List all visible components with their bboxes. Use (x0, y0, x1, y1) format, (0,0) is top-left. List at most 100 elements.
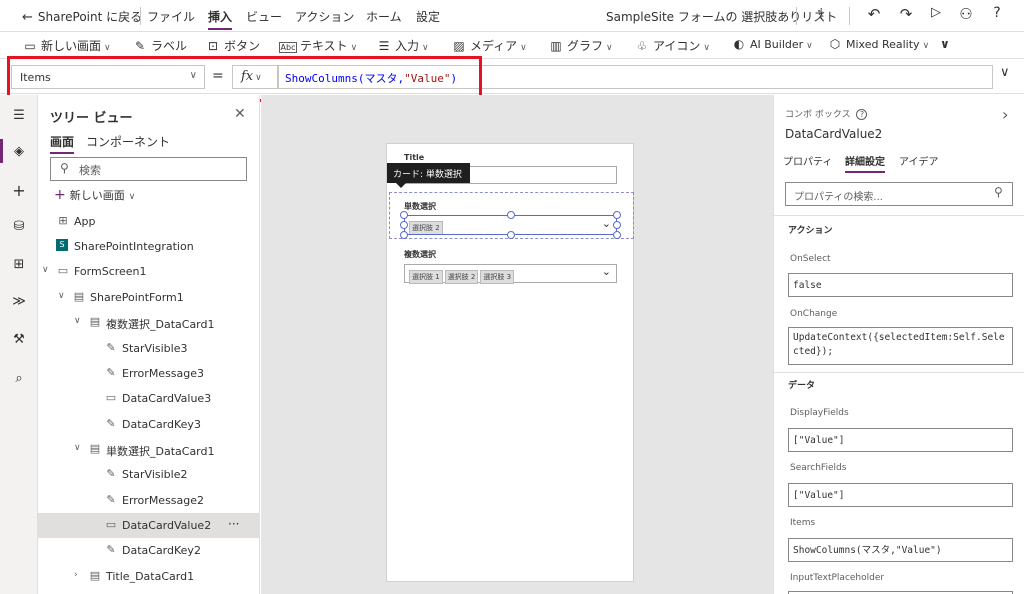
left-rail: ☰ ◈ + ⛁ ⊞ ≫ ⚒ ⌕ (0, 95, 38, 594)
properties-pane: コンボ ボックス ? › DataCardValue2 プロパティ 詳細設定 ア… (773, 95, 1024, 594)
tab-screens[interactable]: 画面 (50, 133, 75, 154)
tree-item[interactable]: ✎ DataCardKey2 (38, 538, 260, 563)
chevron-down-icon[interactable]: ⌄ (602, 265, 611, 278)
label-button[interactable]: ✎ ラベル (132, 37, 187, 54)
help-icon[interactable]: ? (987, 5, 1007, 21)
resize-handle[interactable] (400, 211, 408, 219)
power-automate-icon[interactable]: ≫ (0, 294, 38, 309)
displayfields-field[interactable]: ["Value"] (788, 428, 1013, 452)
tree-item[interactable]: ∨ ▤ SharePointForm1 (38, 285, 260, 310)
divider (849, 7, 850, 25)
media-icon: ▨ (453, 39, 465, 53)
text-button[interactable]: Abc テキスト ∨ (279, 37, 357, 54)
tree-item-icon: ✎ (106, 543, 116, 556)
back-arrow-icon: ← (22, 10, 33, 25)
tree-item[interactable]: ✎ DataCardKey3 (38, 412, 260, 437)
redo-icon[interactable]: ↷ (896, 5, 916, 23)
tree-item[interactable]: ▭ DataCardValue3 (38, 386, 260, 411)
tree-item[interactable]: ∨ ▤ 複数選択_DataCard1 (38, 310, 260, 335)
menu-settings[interactable]: 設定 (416, 8, 440, 25)
tree-item-label: DataCardValue3 (122, 392, 212, 405)
tree-item[interactable]: ✎ StarVisible2 (38, 462, 260, 487)
resize-handle[interactable] (613, 211, 621, 219)
new-screen-button[interactable]: + 新しい画面 ∨ (54, 187, 135, 203)
media-icon[interactable]: ⊞ (0, 257, 38, 272)
tree-item[interactable]: ⊞ App (38, 209, 260, 234)
more-options-icon[interactable]: ··· (228, 517, 239, 531)
tree-item[interactable]: ✎ StarVisible3 (38, 336, 260, 361)
expand-formula-chevron-icon[interactable]: ∨ (1000, 65, 1010, 80)
play-icon[interactable]: ▷ (926, 5, 946, 20)
resize-handle[interactable] (613, 231, 621, 239)
mixed-reality-button[interactable]: ⬡ Mixed Reality ∨ (827, 37, 929, 51)
menu-file[interactable]: ファイル (147, 8, 195, 25)
ai-builder-button[interactable]: ◐ AI Builder ∨ (731, 37, 813, 51)
resize-handle[interactable] (507, 211, 515, 219)
chevron-right-icon[interactable]: › (74, 570, 78, 580)
control-type-text: コンボ ボックス (785, 110, 851, 120)
search-icon[interactable]: ⌕ (0, 371, 38, 386)
chevron-down-icon[interactable]: ∨ (58, 291, 65, 301)
share-user-icon[interactable]: ⚇ (956, 5, 976, 23)
tree-item-icon: ✎ (106, 366, 116, 379)
menu-bar: ← SharePoint に戻る ファイル 挿入 ビュー アクション ホーム 設定… (0, 0, 1024, 32)
input-button[interactable]: ☰ 入力 ∨ (376, 37, 429, 54)
tree-item-label: 単数選択_DataCard1 (106, 445, 215, 458)
new-screen-button[interactable]: ▭ 新しい画面 ∨ (22, 37, 111, 54)
onselect-field[interactable]: false (788, 273, 1013, 297)
chart-button[interactable]: ▥ グラフ ∨ (548, 37, 612, 54)
selected-tag[interactable]: 選択肢 2 (444, 270, 479, 284)
tree-item[interactable]: ∨ ▤ 単数選択_DataCard1 (38, 437, 260, 462)
tree-item[interactable]: ∨ ▭ FormScreen1 (38, 259, 260, 284)
media-button[interactable]: ▨ メディア ∨ (451, 37, 526, 54)
chevron-down-icon[interactable]: ∨ (74, 443, 81, 453)
stethoscope-icon[interactable]: ⚕ (811, 5, 831, 23)
menu-home[interactable]: ホーム (366, 8, 402, 25)
layers-tree-icon[interactable]: ◈ (0, 144, 38, 159)
searchfields-field[interactable]: ["Value"] (788, 483, 1013, 507)
resize-handle[interactable] (507, 231, 515, 239)
hamburger-menu-icon[interactable]: ☰ (0, 108, 38, 123)
tree-search-input[interactable]: 検索 (50, 157, 247, 181)
tree-item-label: App (74, 215, 96, 228)
tree-item[interactable]: ✎ ErrorMessage3 (38, 361, 260, 386)
selected-tag[interactable]: 選択肢 1 (409, 270, 443, 284)
menu-view[interactable]: ビュー (246, 8, 282, 25)
chevron-down-icon[interactable]: ∨ (74, 316, 81, 326)
tools-icon[interactable]: ⚒ (0, 332, 38, 347)
tab-advanced[interactable]: 詳細設定 (845, 153, 885, 173)
items-field[interactable]: ShowColumns(マスタ,"Value") (788, 538, 1013, 562)
resize-handle[interactable] (400, 221, 408, 229)
chevron-down-icon[interactable]: ∨ (42, 265, 49, 275)
ribbon-more-chevron-icon[interactable]: ∨ (940, 37, 950, 51)
chevron-down-icon: ∨ (104, 43, 111, 53)
insert-plus-icon[interactable]: + (0, 181, 38, 200)
property-search-input[interactable]: プロパティの検索... (785, 182, 1013, 206)
tab-properties[interactable]: プロパティ (783, 153, 832, 168)
tab-components[interactable]: コンポーネント (86, 133, 170, 150)
tree-item[interactable]: S SharePointIntegration (38, 234, 260, 259)
resize-handle[interactable] (613, 221, 621, 229)
data-cylinder-icon[interactable]: ⛁ (0, 219, 38, 234)
tab-ideas[interactable]: アイデア (899, 153, 939, 168)
chevron-down-icon: ∨ (806, 41, 813, 51)
chevron-right-icon[interactable]: › (1002, 105, 1008, 124)
mixed-reality-label: Mixed Reality (846, 38, 920, 51)
tree-item-label: ErrorMessage3 (122, 367, 205, 380)
icons-button[interactable]: ♧ アイコン ∨ (634, 37, 710, 54)
resize-handle[interactable] (400, 231, 408, 239)
menu-action[interactable]: アクション (295, 8, 354, 25)
info-icon[interactable]: ? (856, 109, 868, 120)
close-icon[interactable]: ✕ (234, 106, 246, 122)
tree-item[interactable]: › ▤ Title_DataCard1 (38, 564, 260, 589)
button-button[interactable]: ⊡ ボタン (205, 37, 260, 54)
tree-item[interactable]: ▭ DataCardValue2 ··· (38, 513, 260, 538)
back-to-sharepoint-link[interactable]: ← SharePoint に戻る (22, 8, 142, 25)
tree-item[interactable]: ✎ ErrorMessage2 (38, 488, 260, 513)
onchange-field[interactable]: UpdateContext({selectedItem:Self.Selecte… (788, 327, 1013, 365)
selected-tag[interactable]: 選択肢 3 (480, 270, 515, 284)
menu-insert[interactable]: 挿入 (208, 8, 233, 30)
tree-item-label: StarVisible2 (122, 468, 188, 481)
multi-select-combobox[interactable]: 選択肢 1 選択肢 2 選択肢 3 ⌄ (404, 264, 617, 284)
undo-icon[interactable]: ↶ (864, 5, 884, 23)
